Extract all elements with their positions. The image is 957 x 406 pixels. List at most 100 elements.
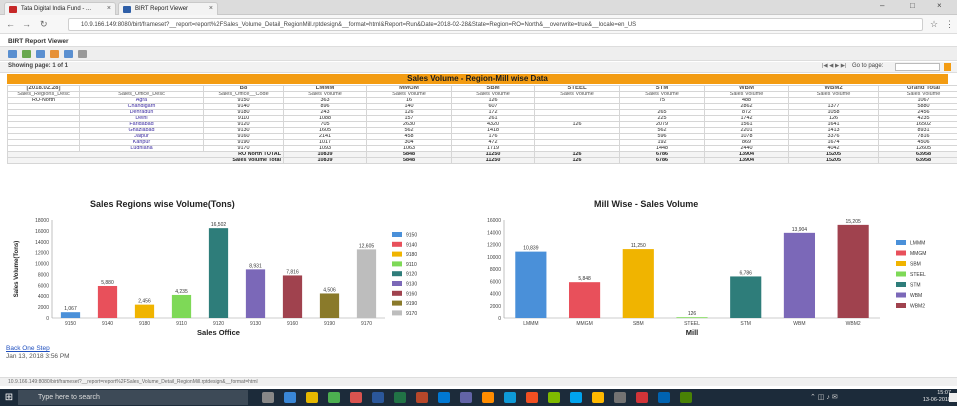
- export-data-icon[interactable]: [36, 50, 45, 58]
- report-date: Jan 13, 2018 3:56 PM: [6, 353, 70, 360]
- bar: [171, 294, 192, 318]
- legend-label: SBM: [910, 262, 921, 268]
- minimize-icon[interactable]: –: [880, 1, 884, 10]
- y-tick-label: 10000: [487, 255, 501, 261]
- edge-icon[interactable]: [284, 392, 296, 403]
- x-tick-label: STM: [740, 321, 751, 327]
- app-icon[interactable]: [592, 392, 604, 403]
- browser-tab-bar: Tata Digital India Fund - ... × BIRT Rep…: [0, 0, 957, 15]
- star-icon[interactable]: ☆: [930, 19, 938, 30]
- app-icon[interactable]: [680, 392, 692, 403]
- column-subheader: Sales_Regions_Desc: [7, 91, 80, 98]
- browser-tab-1[interactable]: Tata Digital India Fund - ... ×: [4, 2, 116, 15]
- y-tick-label: 12000: [487, 243, 501, 249]
- legend-swatch: [392, 261, 402, 267]
- system-tray-icons[interactable]: ⌃ ◫ ♪ ✉: [810, 393, 838, 401]
- tab-label: BIRT Report Viewer: [135, 6, 189, 12]
- chrome-icon[interactable]: [350, 392, 362, 403]
- print-icon[interactable]: [64, 50, 73, 58]
- legend-swatch: [392, 300, 402, 306]
- app-icon[interactable]: [548, 392, 560, 403]
- legend-swatch: [896, 271, 906, 277]
- search-placeholder: Type here to search: [38, 394, 100, 401]
- taskbar-search-box[interactable]: Type here to search: [18, 390, 248, 405]
- legend-label: LMMM: [910, 241, 925, 247]
- x-tick-label: LMMM: [523, 321, 538, 327]
- legend-label: MMGM: [910, 251, 926, 257]
- store-icon[interactable]: [328, 392, 340, 403]
- legend-swatch: [392, 251, 402, 257]
- back-one-step-link[interactable]: Back One Step: [6, 345, 50, 352]
- legend-label: 9190: [406, 301, 417, 307]
- site-favicon-icon: [9, 6, 17, 13]
- goto-page-input[interactable]: [895, 63, 940, 71]
- bar-data-label: 126: [688, 311, 697, 317]
- close-tab-icon[interactable]: ×: [209, 3, 213, 15]
- forward-icon[interactable]: →: [22, 19, 31, 29]
- pager-nav[interactable]: |◀ ◀ ▶ ▶|: [822, 63, 846, 69]
- bar: [730, 276, 762, 318]
- export-report-icon[interactable]: [50, 50, 59, 58]
- legend-swatch: [896, 261, 906, 266]
- bar: [622, 249, 654, 318]
- app-icon[interactable]: [614, 392, 626, 403]
- app-icon[interactable]: [570, 392, 582, 403]
- chart1-title: Sales Regions wise Volume(Tons): [90, 199, 235, 209]
- bar-data-label: 2,456: [138, 299, 151, 305]
- tab-label: Tata Digital India Fund - ...: [21, 6, 92, 12]
- grand-total-row: Sales Volume Total 10839 5848 11250 126 6786 1…: [7, 157, 957, 164]
- y-tick-label: 2000: [490, 304, 501, 310]
- close-tab-icon[interactable]: ×: [107, 3, 111, 15]
- legend-swatch: [896, 303, 906, 308]
- goto-label: Go to page:: [852, 63, 884, 69]
- reload-icon[interactable]: ↻: [40, 19, 48, 30]
- x-tick-label: WBM2: [846, 321, 861, 327]
- task-view-icon[interactable]: [262, 392, 274, 403]
- outlook-icon[interactable]: [438, 392, 450, 403]
- app-icon[interactable]: [658, 392, 670, 403]
- x-tick-label: 9130: [250, 321, 261, 327]
- bar: [97, 285, 118, 318]
- app-icon[interactable]: [636, 392, 648, 403]
- print-server-icon[interactable]: [78, 50, 87, 58]
- word-icon[interactable]: [372, 392, 384, 403]
- maximize-icon[interactable]: □: [910, 1, 915, 10]
- browser-tab-2[interactable]: BIRT Report Viewer ×: [118, 2, 218, 15]
- powerpoint-icon[interactable]: [416, 392, 428, 403]
- app-icon[interactable]: [482, 392, 494, 403]
- goto-page-button[interactable]: [944, 63, 951, 71]
- total-label: Sales Volume Total: [7, 157, 284, 164]
- office-icon[interactable]: [526, 392, 538, 403]
- y-tick-label: 18000: [35, 218, 49, 224]
- legend-label: STM: [910, 283, 921, 289]
- run-report-icon[interactable]: [22, 50, 31, 58]
- legend-swatch: [392, 241, 402, 247]
- bar: [783, 232, 816, 318]
- excel-icon[interactable]: [394, 392, 406, 403]
- total-value: 10839: [283, 157, 367, 164]
- teams-icon[interactable]: [460, 392, 472, 403]
- bar: [356, 249, 377, 318]
- bar-data-label: 16,502: [211, 222, 227, 228]
- y-tick-label: 10000: [35, 262, 49, 268]
- notification-icon[interactable]: [949, 393, 957, 402]
- taskbar-clock[interactable]: 15:07 13-06-2018: [923, 390, 951, 404]
- menu-icon[interactable]: ⋮: [945, 19, 954, 30]
- url-input[interactable]: 10.9.166.149:8080/birt/frameset?__report…: [68, 18, 923, 31]
- windows-start-icon[interactable]: ⊞: [2, 391, 16, 404]
- legend-swatch: [896, 250, 906, 256]
- skype-icon[interactable]: [504, 392, 516, 403]
- bar: [676, 317, 708, 319]
- close-window-icon[interactable]: ×: [937, 1, 942, 10]
- back-icon[interactable]: ←: [6, 19, 15, 29]
- clock-date: 13-06-2018: [922, 397, 951, 403]
- x-axis-label: Mill: [686, 328, 699, 337]
- toc-icon[interactable]: [8, 50, 17, 58]
- bar-data-label: 12,605: [359, 243, 375, 249]
- legend-swatch: [392, 310, 402, 316]
- y-tick-label: 2000: [38, 305, 49, 311]
- x-axis-label: Sales Office: [197, 328, 240, 337]
- bar: [568, 282, 601, 318]
- x-tick-label: 9110: [176, 321, 187, 327]
- explorer-icon[interactable]: [306, 392, 318, 403]
